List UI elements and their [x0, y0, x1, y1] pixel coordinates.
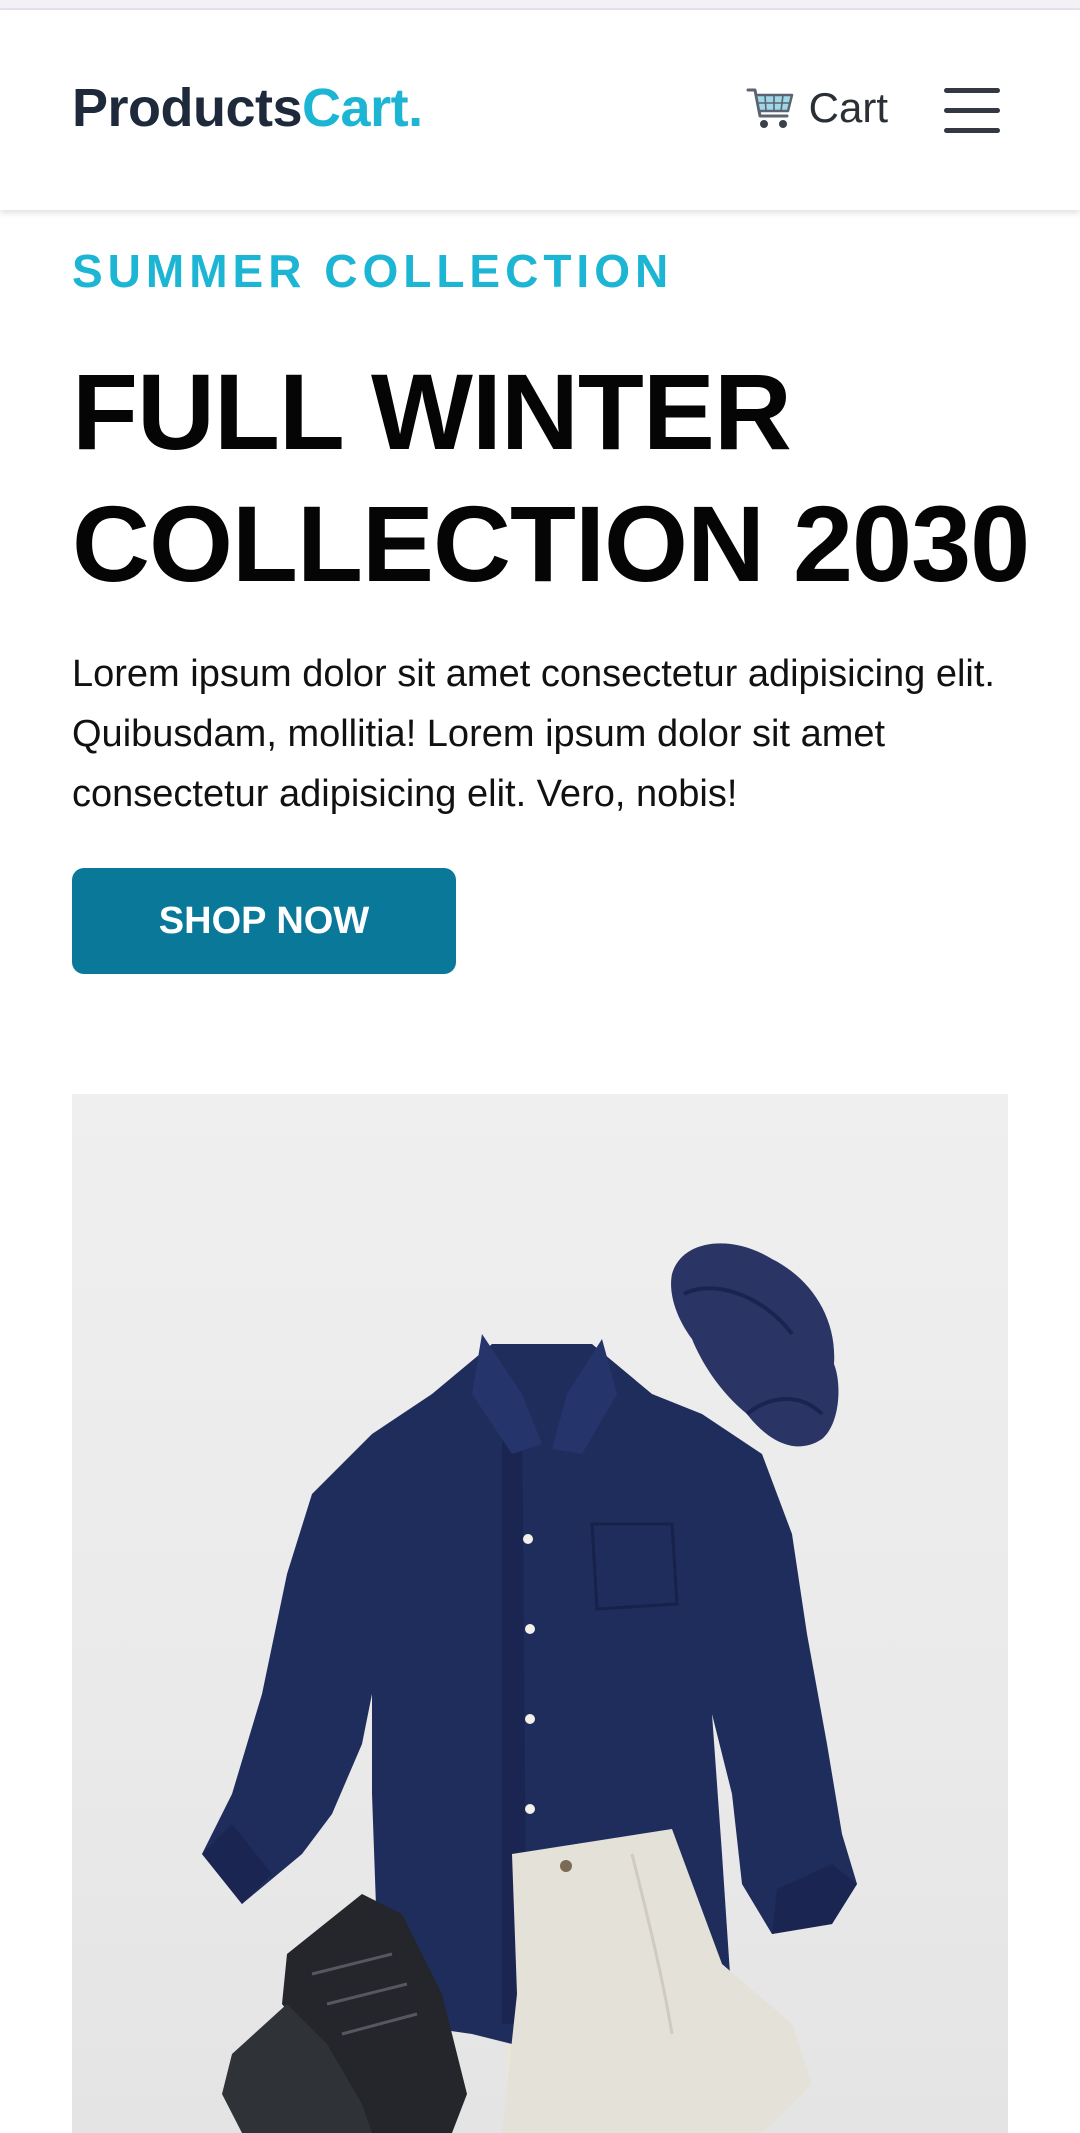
- hero-headline-line-1: FULL WINTER: [72, 351, 792, 472]
- shop-now-button[interactable]: SHOP NOW: [72, 868, 456, 974]
- outfit-flatlay-illustration: [202, 1243, 857, 2133]
- hero-headline-line-2: COLLECTION 2030: [72, 483, 1030, 604]
- menu-bar: [944, 128, 1000, 133]
- brand-logo[interactable]: ProductsCart.: [72, 76, 423, 140]
- hero-headline: FULL WINTER COLLECTION 2030: [72, 346, 1030, 610]
- menu-bar: [944, 108, 1000, 113]
- menu-bar: [944, 88, 1000, 93]
- hamburger-menu-icon[interactable]: [944, 84, 1000, 136]
- shopping-cart-icon: [745, 82, 797, 134]
- navbar: ProductsCart. Cart: [0, 10, 1080, 210]
- cart-link[interactable]: Cart: [745, 80, 888, 136]
- cart-label: Cart: [808, 84, 888, 131]
- hero-description: Lorem ipsum dolor sit amet consectetur a…: [72, 653, 995, 815]
- brand-name-accent: Cart.: [302, 78, 423, 138]
- hero-product-image: [72, 1094, 1008, 2133]
- brand-name-primary: Products: [72, 78, 303, 138]
- browser-top-edge: [0, 0, 1080, 10]
- hero-section: SUMMER COLLECTION FULL WINTER COLLECTION…: [72, 236, 1030, 974]
- hero-eyebrow: SUMMER COLLECTION: [72, 245, 674, 297]
